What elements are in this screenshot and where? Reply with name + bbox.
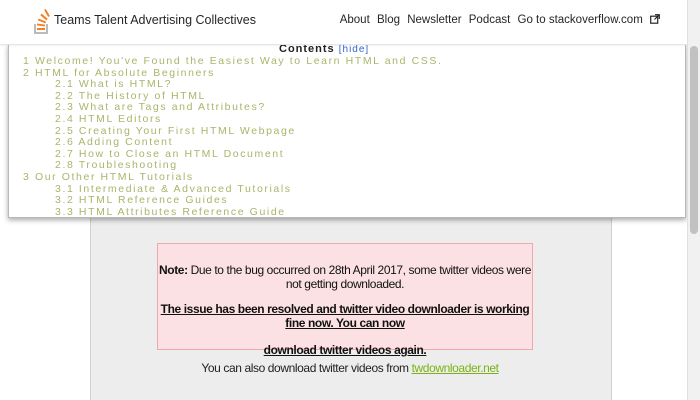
contents-heading: Contents (279, 44, 335, 55)
nav-stackoverflow-link[interactable]: Go to stackoverflow.com (518, 14, 643, 26)
top-bar: Teams Talent Advertising Collectives Abo… (0, 0, 700, 45)
nav-newsletter-link[interactable]: Newsletter (407, 14, 461, 26)
stackoverflow-logo-icon[interactable] (32, 8, 52, 36)
toc-link[interactable]: 3.2 HTML Reference Guides (23, 195, 442, 207)
contents-title: Contents [hide] (279, 44, 369, 55)
hide-toggle-link[interactable]: [hide] (339, 45, 369, 55)
also-text: You can also download twitter videos fro… (201, 361, 409, 375)
contents-panel: Contents [hide] 1 Welcome! You've Found … (8, 44, 686, 218)
table-of-contents: 1 Welcome! You've Found the Easiest Way … (23, 55, 442, 217)
external-link-icon[interactable] (650, 14, 660, 24)
toc-link[interactable]: 2.4 HTML Editors (23, 113, 442, 126)
twdownloader-link[interactable]: twdownloader.net (412, 361, 499, 375)
top-nav: About Blog Newsletter Podcast Go to stac… (337, 14, 660, 26)
toc-link[interactable]: 1 Welcome! You've Found the Easiest Way … (23, 55, 442, 68)
toc-link[interactable]: 2.6 Adding Content (23, 137, 442, 149)
page-scrollbar[interactable] (687, 0, 700, 400)
notice-line-1: Note: Due to the bug occurred on 28th Ap… (158, 263, 532, 291)
scrollbar-thumb[interactable] (690, 46, 698, 234)
notice-line-3: download twitter videos again. (263, 343, 427, 357)
notice-label: Note: (159, 263, 188, 277)
brand-links[interactable]: Teams Talent Advertising Collectives (54, 13, 256, 27)
notice-box: Note: Due to the bug occurred on 28th Ap… (157, 243, 533, 357)
nav-about-link[interactable]: About (340, 14, 370, 26)
alternative-download-text: You can also download twitter videos fro… (90, 361, 610, 375)
toc-link[interactable]: 3 Our Other HTML Tutorials (23, 171, 442, 184)
notice-text: Due to the bug occurred on 28th April 20… (190, 263, 532, 291)
notice-line-2: The issue has been resolved and twitter … (160, 302, 530, 330)
nav-podcast-link[interactable]: Podcast (469, 14, 511, 26)
toc-link[interactable]: 3.3 HTML Attributes Reference Guide (23, 206, 442, 217)
nav-blog-link[interactable]: Blog (377, 14, 400, 26)
